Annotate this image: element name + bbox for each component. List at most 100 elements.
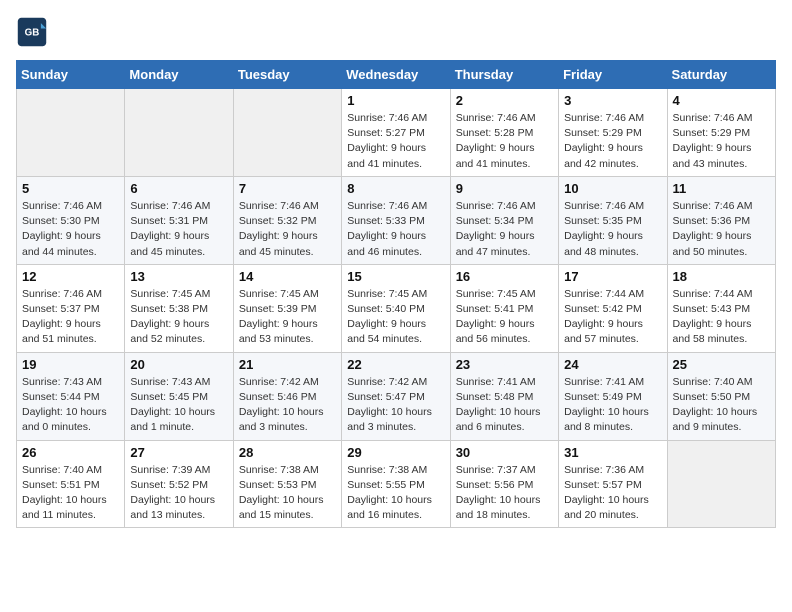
day-info: Sunrise: 7:45 AM Sunset: 5:39 PM Dayligh… bbox=[239, 287, 336, 348]
calendar-cell: 21 Sunrise: 7:42 AM Sunset: 5:46 PM Dayli… bbox=[233, 352, 341, 440]
calendar-cell: 8 Sunrise: 7:46 AM Sunset: 5:33 PM Daylig… bbox=[342, 176, 450, 264]
calendar-cell: 26 Sunrise: 7:40 AM Sunset: 5:51 PM Dayli… bbox=[17, 440, 125, 528]
calendar-cell: 19 Sunrise: 7:43 AM Sunset: 5:44 PM Dayli… bbox=[17, 352, 125, 440]
day-info: Sunrise: 7:46 AM Sunset: 5:31 PM Dayligh… bbox=[130, 199, 227, 260]
day-info: Sunrise: 7:45 AM Sunset: 5:40 PM Dayligh… bbox=[347, 287, 444, 348]
day-number: 2 bbox=[456, 93, 553, 108]
day-number: 20 bbox=[130, 357, 227, 372]
day-number: 18 bbox=[673, 269, 770, 284]
day-info: Sunrise: 7:46 AM Sunset: 5:36 PM Dayligh… bbox=[673, 199, 770, 260]
day-number: 11 bbox=[673, 181, 770, 196]
day-number: 15 bbox=[347, 269, 444, 284]
calendar-cell: 23Sunrise: 7:41 AM Sunset: 5:48 PM Dayli… bbox=[450, 352, 558, 440]
day-info: Sunrise: 7:46 AM Sunset: 5:32 PM Dayligh… bbox=[239, 199, 336, 260]
day-number: 22 bbox=[347, 357, 444, 372]
calendar-cell: 25 Sunrise: 7:40 AM Sunset: 5:50 PM Dayli… bbox=[667, 352, 775, 440]
day-number: 12 bbox=[22, 269, 119, 284]
svg-text:GB: GB bbox=[25, 28, 40, 39]
calendar-cell: 28Sunrise: 7:38 AM Sunset: 5:53 PM Dayli… bbox=[233, 440, 341, 528]
day-info: Sunrise: 7:45 AM Sunset: 5:41 PM Dayligh… bbox=[456, 287, 553, 348]
weekday-wednesday: Wednesday bbox=[342, 61, 450, 89]
day-number: 19 bbox=[22, 357, 119, 372]
day-number: 21 bbox=[239, 357, 336, 372]
day-info: Sunrise: 7:46 AM Sunset: 5:30 PM Dayligh… bbox=[22, 199, 119, 260]
day-number: 16 bbox=[456, 269, 553, 284]
day-info: Sunrise: 7:45 AM Sunset: 5:38 PM Dayligh… bbox=[130, 287, 227, 348]
calendar-cell: 29Sunrise: 7:38 AM Sunset: 5:55 PM Dayli… bbox=[342, 440, 450, 528]
day-info: Sunrise: 7:41 AM Sunset: 5:48 PM Dayligh… bbox=[456, 375, 553, 436]
calendar-cell: 4Sunrise: 7:46 AM Sunset: 5:29 PM Daylig… bbox=[667, 89, 775, 177]
day-info: Sunrise: 7:41 AM Sunset: 5:49 PM Dayligh… bbox=[564, 375, 661, 436]
calendar-header: SundayMondayTuesdayWednesdayThursdayFrid… bbox=[17, 61, 776, 89]
weekday-monday: Monday bbox=[125, 61, 233, 89]
day-info: Sunrise: 7:37 AM Sunset: 5:56 PM Dayligh… bbox=[456, 463, 553, 524]
day-info: Sunrise: 7:40 AM Sunset: 5:51 PM Dayligh… bbox=[22, 463, 119, 524]
calendar-cell bbox=[667, 440, 775, 528]
day-info: Sunrise: 7:46 AM Sunset: 5:27 PM Dayligh… bbox=[347, 111, 444, 172]
day-info: Sunrise: 7:46 AM Sunset: 5:37 PM Dayligh… bbox=[22, 287, 119, 348]
day-number: 10 bbox=[564, 181, 661, 196]
day-number: 9 bbox=[456, 181, 553, 196]
calendar-cell bbox=[233, 89, 341, 177]
calendar-cell: 17Sunrise: 7:44 AM Sunset: 5:42 PM Dayli… bbox=[559, 264, 667, 352]
weekday-friday: Friday bbox=[559, 61, 667, 89]
day-number: 26 bbox=[22, 445, 119, 460]
calendar-cell: 10 Sunrise: 7:46 AM Sunset: 5:35 PM Dayli… bbox=[559, 176, 667, 264]
weekday-tuesday: Tuesday bbox=[233, 61, 341, 89]
day-number: 31 bbox=[564, 445, 661, 460]
day-info: Sunrise: 7:46 AM Sunset: 5:35 PM Dayligh… bbox=[564, 199, 661, 260]
day-number: 24 bbox=[564, 357, 661, 372]
calendar-cell: 20 Sunrise: 7:43 AM Sunset: 5:45 PM Dayli… bbox=[125, 352, 233, 440]
calendar-cell: 27 Sunrise: 7:39 AM Sunset: 5:52 PM Dayli… bbox=[125, 440, 233, 528]
page-header: GB bbox=[16, 16, 776, 48]
day-info: Sunrise: 7:39 AM Sunset: 5:52 PM Dayligh… bbox=[130, 463, 227, 524]
calendar-cell: 3 Sunrise: 7:46 AM Sunset: 5:29 PM Daylig… bbox=[559, 89, 667, 177]
day-number: 30 bbox=[456, 445, 553, 460]
day-number: 8 bbox=[347, 181, 444, 196]
day-info: Sunrise: 7:46 AM Sunset: 5:29 PM Dayligh… bbox=[564, 111, 661, 172]
week-row-5: 26 Sunrise: 7:40 AM Sunset: 5:51 PM Dayli… bbox=[17, 440, 776, 528]
weekday-header-row: SundayMondayTuesdayWednesdayThursdayFrid… bbox=[17, 61, 776, 89]
calendar-cell: 9 Sunrise: 7:46 AM Sunset: 5:34 PM Daylig… bbox=[450, 176, 558, 264]
weekday-sunday: Sunday bbox=[17, 61, 125, 89]
day-info: Sunrise: 7:40 AM Sunset: 5:50 PM Dayligh… bbox=[673, 375, 770, 436]
day-info: Sunrise: 7:46 AM Sunset: 5:33 PM Dayligh… bbox=[347, 199, 444, 260]
calendar-cell bbox=[125, 89, 233, 177]
day-number: 6 bbox=[130, 181, 227, 196]
weekday-thursday: Thursday bbox=[450, 61, 558, 89]
week-row-2: 5 Sunrise: 7:46 AM Sunset: 5:30 PM Daylig… bbox=[17, 176, 776, 264]
calendar-cell: 5 Sunrise: 7:46 AM Sunset: 5:30 PM Daylig… bbox=[17, 176, 125, 264]
day-number: 13 bbox=[130, 269, 227, 284]
calendar-cell: 30 Sunrise: 7:37 AM Sunset: 5:56 PM Dayli… bbox=[450, 440, 558, 528]
day-number: 27 bbox=[130, 445, 227, 460]
day-info: Sunrise: 7:43 AM Sunset: 5:45 PM Dayligh… bbox=[130, 375, 227, 436]
day-info: Sunrise: 7:46 AM Sunset: 5:34 PM Dayligh… bbox=[456, 199, 553, 260]
day-info: Sunrise: 7:42 AM Sunset: 5:46 PM Dayligh… bbox=[239, 375, 336, 436]
calendar-cell: 18Sunrise: 7:44 AM Sunset: 5:43 PM Dayli… bbox=[667, 264, 775, 352]
calendar-cell: 7Sunrise: 7:46 AM Sunset: 5:32 PM Daylig… bbox=[233, 176, 341, 264]
day-info: Sunrise: 7:36 AM Sunset: 5:57 PM Dayligh… bbox=[564, 463, 661, 524]
day-number: 25 bbox=[673, 357, 770, 372]
day-number: 14 bbox=[239, 269, 336, 284]
day-number: 28 bbox=[239, 445, 336, 460]
calendar-cell: 2Sunrise: 7:46 AM Sunset: 5:28 PM Daylig… bbox=[450, 89, 558, 177]
calendar-cell: 31 Sunrise: 7:36 AM Sunset: 5:57 PM Dayli… bbox=[559, 440, 667, 528]
calendar-cell: 16 Sunrise: 7:45 AM Sunset: 5:41 PM Dayli… bbox=[450, 264, 558, 352]
day-info: Sunrise: 7:43 AM Sunset: 5:44 PM Dayligh… bbox=[22, 375, 119, 436]
week-row-1: 1Sunrise: 7:46 AM Sunset: 5:27 PM Daylig… bbox=[17, 89, 776, 177]
calendar-cell: 6 Sunrise: 7:46 AM Sunset: 5:31 PM Daylig… bbox=[125, 176, 233, 264]
week-row-4: 19 Sunrise: 7:43 AM Sunset: 5:44 PM Dayli… bbox=[17, 352, 776, 440]
weekday-saturday: Saturday bbox=[667, 61, 775, 89]
calendar-cell: 1Sunrise: 7:46 AM Sunset: 5:27 PM Daylig… bbox=[342, 89, 450, 177]
calendar-cell: 11 Sunrise: 7:46 AM Sunset: 5:36 PM Dayli… bbox=[667, 176, 775, 264]
day-number: 17 bbox=[564, 269, 661, 284]
calendar-cell: 22Sunrise: 7:42 AM Sunset: 5:47 PM Dayli… bbox=[342, 352, 450, 440]
calendar-table: SundayMondayTuesdayWednesdayThursdayFrid… bbox=[16, 60, 776, 528]
calendar-cell: 12 Sunrise: 7:46 AM Sunset: 5:37 PM Dayli… bbox=[17, 264, 125, 352]
calendar-cell: 24 Sunrise: 7:41 AM Sunset: 5:49 PM Dayli… bbox=[559, 352, 667, 440]
week-row-3: 12 Sunrise: 7:46 AM Sunset: 5:37 PM Dayli… bbox=[17, 264, 776, 352]
day-number: 3 bbox=[564, 93, 661, 108]
day-number: 5 bbox=[22, 181, 119, 196]
calendar-cell: 13 Sunrise: 7:45 AM Sunset: 5:38 PM Dayli… bbox=[125, 264, 233, 352]
logo-icon: GB bbox=[16, 16, 48, 48]
